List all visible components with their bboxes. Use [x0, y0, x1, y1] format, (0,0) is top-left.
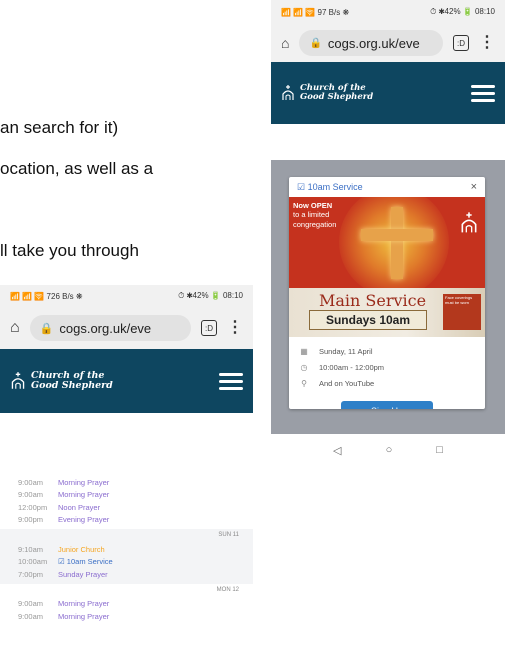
browser-address-bar: ⌂ 🔒 cogs.org.uk/eve :D ⋮ — [0, 307, 253, 349]
url-field[interactable]: 🔒 cogs.org.uk/eve — [299, 30, 443, 56]
status-right: ⏱ ✱42% 🔋 08:10 — [178, 291, 243, 300]
face-coverings-note: Face coverings must be worn — [443, 294, 481, 330]
list-item[interactable]: 12:00pm Noon Prayer — [0, 501, 253, 514]
list-item[interactable]: 9:00am Morning Prayer — [0, 598, 253, 611]
day-block: 9:00am Morning Prayer 9:00am Morning Pra… — [0, 473, 253, 529]
cross-icon — [391, 207, 403, 279]
event-modal: ☑ 10am Service × Now OPEN to a limited c… — [289, 177, 485, 409]
site-brand[interactable]: Church of the Good Shepherd — [281, 83, 374, 103]
url-text: cogs.org.uk/eve — [327, 35, 420, 51]
menu-dots-icon[interactable]: ⋮ — [227, 320, 243, 336]
site-header: Church of the Good Shepherd — [271, 62, 505, 124]
site-header: Church of the Good Shepherd — [0, 349, 253, 413]
calendar-icon: ▦ — [300, 346, 308, 356]
day-block: MON 12 9:00am Morning Prayer 9:00am Morn… — [0, 584, 253, 626]
brand-line2: Good Shepherd — [300, 92, 374, 102]
home-icon[interactable]: ⌂ — [10, 319, 20, 337]
detail-date: ▦ Sunday, 11 April — [300, 346, 373, 356]
hamburger-icon[interactable] — [219, 372, 243, 390]
lock-icon: 🔒 — [309, 37, 322, 49]
event-list: 9:00am Morning Prayer 9:00am Morning Pra… — [0, 473, 253, 626]
brand-line1: Church of the — [31, 369, 105, 381]
church-logo-icon — [461, 212, 477, 233]
hamburger-icon[interactable] — [471, 84, 495, 102]
event-details: ▦ Sunday, 11 April ◷ 10:00am - 12:00pm ⚲… — [289, 337, 485, 409]
tabs-icon[interactable]: :D — [453, 35, 469, 51]
tabs-icon[interactable]: :D — [201, 320, 217, 336]
status-left: 📶 📶 🛜 97 B/s ❋ — [281, 7, 350, 17]
status-right: ⏱ ✱42% 🔋 08:10 — [430, 7, 495, 16]
sign-up-button[interactable]: Sign Up — [341, 401, 433, 409]
clock-icon: ◷ — [300, 362, 308, 372]
android-nav-bar: ◁ ○ □ — [271, 434, 505, 466]
status-left: 📶 📶 🛜 726 B/s ❋ — [10, 291, 83, 301]
doc-text-line: ll take you through — [0, 241, 139, 260]
recent-apps-icon[interactable]: □ — [436, 444, 443, 456]
home-nav-icon[interactable]: ○ — [386, 444, 393, 456]
church-logo-icon — [282, 85, 294, 100]
home-icon[interactable]: ⌂ — [281, 35, 289, 51]
list-item[interactable]: 10:00am ☑ 10am Service — [0, 556, 253, 569]
list-item[interactable]: 9:00am Morning Prayer — [0, 476, 253, 489]
menu-dots-icon[interactable]: ⋮ — [479, 35, 495, 51]
detail-time: ◷ 10:00am - 12:00pm — [300, 362, 385, 372]
date-header: SUN 11 — [218, 532, 239, 538]
church-logo-icon — [11, 372, 25, 389]
brand-line2: Good Shepherd — [31, 380, 113, 391]
list-item[interactable]: 9:00pm Evening Prayer — [0, 514, 253, 527]
modal-title: ☑ 10am Service — [297, 181, 363, 192]
doc-text-line: ocation, as well as a — [0, 159, 154, 178]
status-bar: 📶 📶 🛜 726 B/s ❋ ⏱ ✱42% 🔋 08:10 — [0, 285, 253, 307]
close-icon[interactable]: × — [471, 181, 477, 193]
main-service-text: Main Service — [319, 291, 427, 310]
sundays-text: Sundays 10am — [309, 310, 427, 330]
site-brand[interactable]: Church of the Good Shepherd — [10, 369, 113, 392]
list-item[interactable]: 9:10am Junior Church — [0, 543, 253, 556]
modal-header: ☑ 10am Service × — [289, 177, 485, 197]
url-text: cogs.org.uk/eve — [59, 320, 152, 336]
doc-text-line: an search for it) — [0, 118, 119, 137]
location-icon: ⚲ — [301, 378, 307, 388]
lock-icon: 🔒 — [39, 322, 54, 335]
date-header: MON 12 — [0, 586, 253, 598]
promo-text: Now OPEN to a limited congregation — [293, 201, 337, 229]
promo-image: Now OPEN to a limited congregation — [289, 197, 485, 288]
phone-screenshot-events: 📶 📶 🛜 726 B/s ❋ ⏱ ✱42% 🔋 08:10 ⌂ 🔒 cogs.… — [0, 285, 253, 663]
day-block: SUN 11 9:10am Junior Church 10:00am ☑ 10… — [0, 529, 253, 584]
detail-location: ⚲ And on YouTube — [299, 375, 475, 391]
browser-address-bar: ⌂ 🔒 cogs.org.uk/eve :D ⋮ — [271, 24, 505, 62]
list-item[interactable]: 7:00pm Sunday Prayer — [0, 568, 253, 581]
screenshot-stage: an search for it) ocation, as well as a … — [0, 0, 505, 663]
promo-banner: Main Service Sundays 10am Face coverings… — [289, 288, 485, 337]
status-bar: 📶 📶 🛜 97 B/s ❋ ⏱ ✱42% 🔋 08:10 — [271, 0, 505, 24]
phone-screenshot-modal: 📶 📶 🛜 97 B/s ❋ ⏱ ✱42% 🔋 08:10 ⌂ 🔒 cogs.o… — [271, 0, 505, 466]
list-item[interactable]: 9:00am Morning Prayer — [0, 489, 253, 502]
url-field[interactable]: 🔒 cogs.org.uk/eve — [29, 315, 191, 341]
back-icon[interactable]: ◁ — [333, 444, 341, 457]
list-item[interactable]: 9:00am Morning Prayer — [0, 610, 253, 623]
